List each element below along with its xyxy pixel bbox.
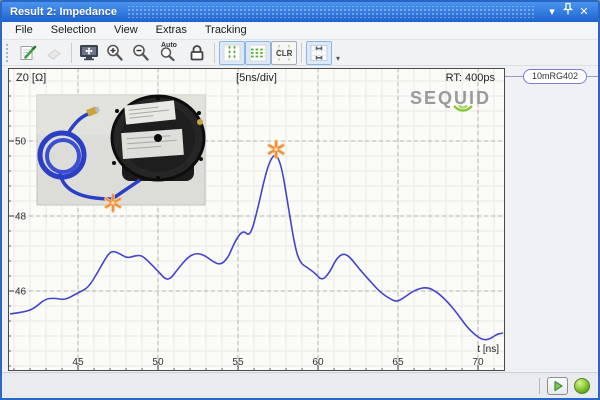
- svg-text:t [ns]: t [ns]: [477, 344, 499, 355]
- chevron-down-icon: ▾: [549, 6, 555, 18]
- fit-view-button[interactable]: [76, 41, 102, 65]
- sequid-watermark: SEQUID: [410, 88, 491, 109]
- chevron-down-icon: ▾: [336, 54, 340, 63]
- svg-text:50: 50: [15, 137, 27, 148]
- horizontal-cursors-toggle[interactable]: [245, 41, 271, 65]
- auto-zoom-label: Auto: [161, 42, 177, 49]
- svg-text:46: 46: [15, 287, 27, 298]
- toolbar-separator: [301, 43, 302, 63]
- clear-button-label: CLR: [276, 49, 292, 58]
- rise-time-label: RT: 400ps: [446, 72, 495, 84]
- menu-file[interactable]: File: [6, 22, 42, 39]
- menu-tracking[interactable]: Tracking: [196, 22, 256, 39]
- eraser-button[interactable]: [41, 41, 67, 65]
- close-icon: ✕: [579, 6, 588, 18]
- edit-icon: [18, 43, 38, 63]
- menu-extras[interactable]: Extras: [147, 22, 196, 39]
- svg-text:65: 65: [392, 357, 404, 368]
- close-button[interactable]: ✕: [576, 3, 592, 21]
- fit-view-icon: [78, 43, 100, 63]
- horizontal-cursors-icon: [248, 43, 268, 63]
- lock-button[interactable]: [184, 41, 210, 65]
- marker-star-icon: [269, 141, 283, 157]
- plot-canvas[interactable]: 45 50 55 60 65 70 46 48 50 t [ns]: [8, 68, 505, 371]
- toolbar-grip[interactable]: [6, 44, 11, 62]
- auto-zoom-button[interactable]: Auto: [154, 41, 184, 65]
- toolbar-overflow-button[interactable]: ▾: [336, 54, 340, 63]
- edit-button[interactable]: [15, 41, 41, 65]
- app-window: Result 2: Impedance ▾ ✕ File Selection V…: [0, 0, 600, 400]
- time-per-div-label: [5ns/div]: [8, 72, 505, 84]
- zoom-in-button[interactable]: [102, 41, 128, 65]
- dut-photo-inset: [37, 95, 205, 205]
- toolbar-separator: [214, 43, 215, 63]
- svg-text:70: 70: [472, 357, 484, 368]
- statusbar-separator: [539, 378, 540, 394]
- main-content: Z0 [Ω] [5ns/div] RT: 400ps SEQUID 455055…: [2, 66, 598, 372]
- svg-text:45: 45: [72, 357, 84, 368]
- play-button[interactable]: [547, 377, 568, 395]
- zoom-in-icon: [105, 43, 125, 63]
- status-led-icon: [574, 378, 590, 394]
- split-layout-toggle[interactable]: [306, 41, 332, 65]
- window-menu-button[interactable]: ▾: [544, 3, 560, 21]
- impedance-chart[interactable]: Z0 [Ω] [5ns/div] RT: 400ps SEQUID 455055…: [8, 68, 505, 371]
- svg-text:48: 48: [15, 212, 27, 223]
- zoom-out-button[interactable]: [128, 41, 154, 65]
- statusbar: [2, 372, 598, 398]
- play-icon: [552, 380, 564, 392]
- node-connector-line: [505, 76, 523, 77]
- split-layout-icon: [309, 43, 329, 63]
- clear-button[interactable]: CLR: [271, 41, 297, 65]
- zoom-out-icon: [131, 43, 151, 63]
- result-node-10mRG402[interactable]: 10mRG402: [523, 69, 587, 84]
- titlebar-texture: [127, 6, 534, 18]
- svg-text:55: 55: [232, 357, 244, 368]
- toolbar-separator: [71, 43, 72, 63]
- pin-icon: [562, 2, 574, 16]
- eraser-icon: [44, 43, 64, 63]
- node-connector-line: [587, 76, 600, 77]
- toolbar: Auto CLR ▾: [2, 40, 598, 66]
- window-title: Result 2: Impedance: [10, 6, 117, 18]
- vertical-cursors-icon: [222, 43, 242, 63]
- svg-text:60: 60: [312, 357, 324, 368]
- vertical-cursors-toggle[interactable]: [219, 41, 245, 65]
- sequid-logo-arcs-icon: [450, 104, 476, 116]
- menubar: File Selection View Extras Tracking: [2, 22, 598, 40]
- photo-fixture: [112, 96, 204, 181]
- svg-text:50: 50: [152, 357, 164, 368]
- titlebar[interactable]: Result 2: Impedance ▾ ✕: [2, 2, 598, 22]
- menu-selection[interactable]: Selection: [42, 22, 105, 39]
- lock-icon: [187, 43, 207, 63]
- pin-button[interactable]: [560, 2, 576, 22]
- menu-view[interactable]: View: [105, 22, 147, 39]
